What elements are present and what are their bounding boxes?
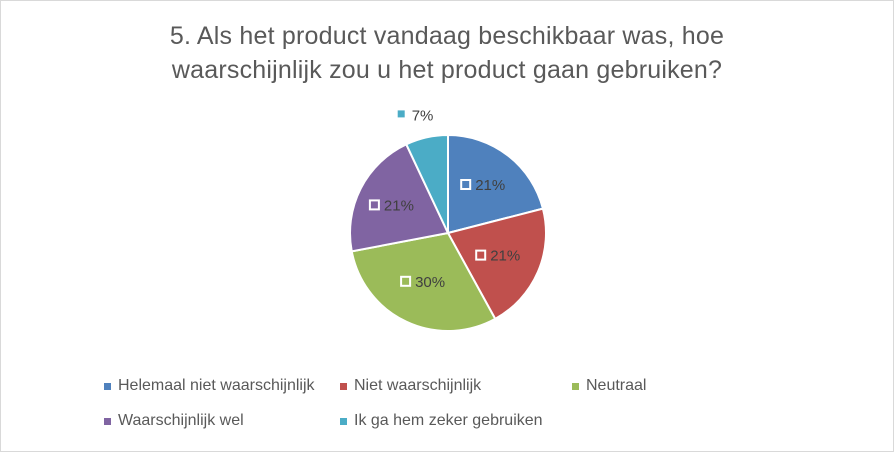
pie-chart: 21% 21% 30% 21% 7% [349,107,547,332]
chart-area: 5. Als het product vandaag beschikbaar w… [0,0,894,452]
data-label-4: 7% [397,107,434,124]
data-label-text: 21% [490,248,520,265]
data-label-text: 21% [384,197,414,214]
data-label-text: 7% [412,107,434,124]
data-label-text: 30% [415,274,445,291]
data-label-text: 21% [475,177,505,194]
data-label-marker [397,110,405,118]
